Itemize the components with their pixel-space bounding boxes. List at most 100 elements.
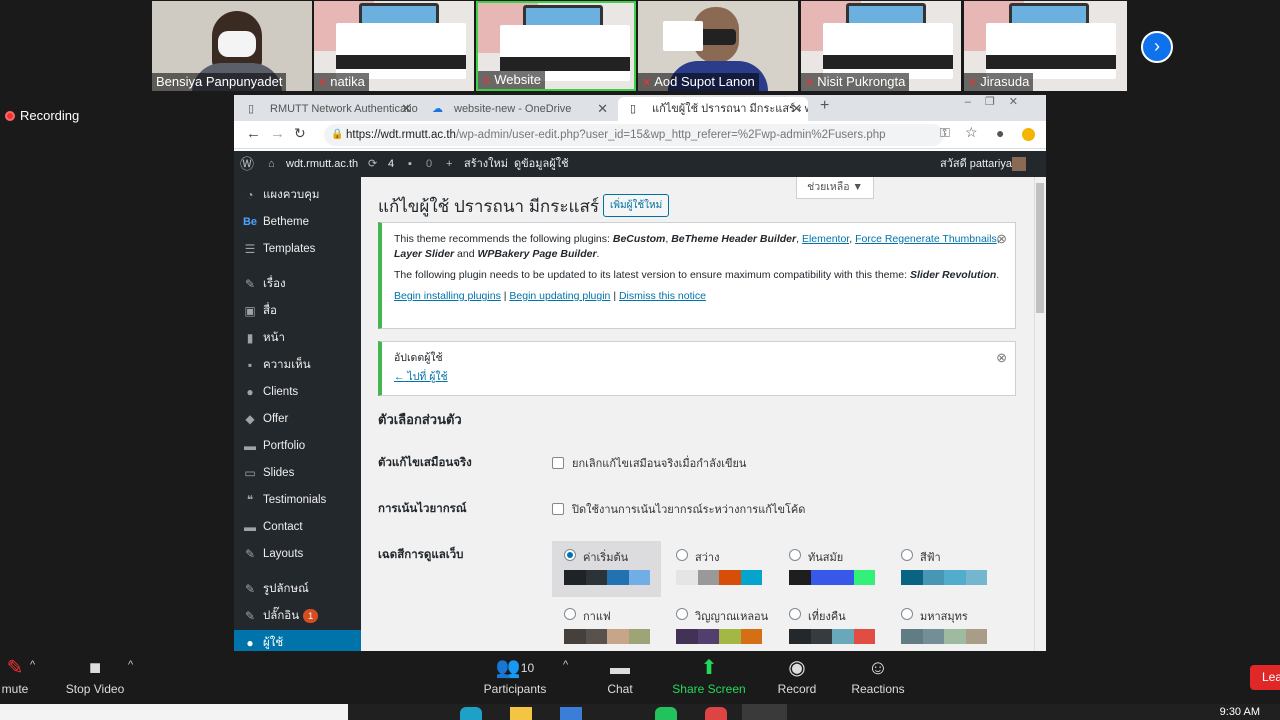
notice-update-text: The following plugin needs to be updated… [394, 269, 1000, 281]
sidebar-item-testimonials[interactable]: ❝ Testimonials [234, 487, 361, 514]
scrollbar-thumb[interactable] [1036, 183, 1044, 313]
mute-button[interactable]: ✎ mute [0, 655, 30, 697]
color-scheme-option[interactable]: ทันสมัย [777, 541, 886, 597]
record-button[interactable]: ◉ Record [774, 655, 820, 697]
help-tab-button[interactable]: ช่วยเหลือ ▼ [796, 177, 874, 199]
begin-installing-link[interactable]: Begin installing plugins [394, 290, 501, 302]
sidebar-item-contact[interactable]: ▬ Contact [234, 514, 361, 541]
color-scheme-option[interactable]: สีฟ้า [889, 541, 998, 597]
close-icon[interactable]: ✕ [401, 97, 412, 121]
color-scheme-option[interactable]: มหาสมุทร [889, 600, 998, 651]
mic-muted-icon: ✕ [968, 77, 978, 89]
line-app-icon[interactable] [655, 707, 677, 720]
store-icon[interactable] [560, 707, 582, 720]
color-scheme-option[interactable]: เที่ยงคืน [777, 600, 886, 651]
new-tab-button[interactable]: + [820, 97, 829, 115]
sidebar-item-betheme[interactable]: Be Betheme [234, 209, 361, 236]
update-icon[interactable] [1022, 128, 1035, 141]
chevron-up-icon[interactable]: ^ [128, 659, 133, 671]
url-field[interactable]: 🔒 https://wdt.rmutt.ac.th/wp-admin/user-… [324, 124, 944, 146]
color-swatch [853, 629, 875, 644]
stop-video-button[interactable]: ■ Stop Video [62, 655, 128, 697]
participant-tile[interactable]: ✕ natika [314, 1, 474, 91]
syntax-highlight-label: การเน้นไวยากรณ์ [378, 503, 467, 515]
comments-count[interactable]: 0 [426, 151, 432, 177]
participant-tile[interactable]: ✕ Aod Supot Lanon [638, 1, 798, 91]
sidebar-item-posts[interactable]: ✎ เรื่อง [234, 271, 361, 298]
color-scheme-option[interactable]: กาแฟ [552, 600, 661, 651]
share-screen-button[interactable]: ⬆ Share Screen [670, 655, 748, 697]
chevron-up-icon[interactable]: ^ [563, 659, 568, 671]
window-controls[interactable]: –❐✕ [965, 95, 1032, 108]
participants-button[interactable]: 👥10 Participants [480, 655, 550, 697]
close-icon[interactable]: ✕ [791, 97, 802, 121]
syntax-highlight-checkbox[interactable]: ปิดใช้งานการเน้นไวยากรณ์ระหว่างการแก้ไขโ… [552, 500, 805, 518]
zoom-app-icon[interactable] [742, 704, 787, 720]
scrollbar[interactable] [1034, 177, 1046, 651]
folder-icon[interactable] [510, 707, 532, 720]
taskbar-search[interactable] [0, 704, 348, 720]
back-icon[interactable]: ← [246, 125, 261, 142]
color-scheme-option[interactable]: สว่าง [664, 541, 773, 597]
mic-muted-icon: ✕ [642, 77, 652, 89]
dismiss-notice-link[interactable]: Dismiss this notice [619, 290, 706, 302]
radio-icon [564, 549, 576, 561]
site-name-link[interactable]: wdt.rmutt.ac.th [286, 151, 358, 177]
reactions-button[interactable]: ☺ Reactions [848, 655, 908, 697]
updates-count[interactable]: 4 [388, 151, 394, 177]
star-icon[interactable]: ☆ [965, 124, 978, 141]
forward-icon[interactable]: → [270, 125, 285, 142]
browser-tab-active[interactable]: ▯ แก้ไขผู้ใช้ ปรารถนา มีกระแสร์ ‹ wdt. ✕ [618, 97, 808, 121]
sidebar-item-templates[interactable]: ☰ Templates [234, 236, 361, 263]
back-to-users-link[interactable]: ← ไปที่ ผู้ใช้ [394, 371, 448, 383]
view-user-link[interactable]: ดูข้อมูลผู้ใช้ [514, 151, 569, 177]
radio-icon [676, 608, 688, 620]
sidebar-item-plugins[interactable]: ✎ ปลั๊กอิน 1 [234, 603, 361, 630]
color-scheme-option[interactable]: ค่าเริ่มต้น [552, 541, 661, 597]
color-scheme-name: กาแฟ [583, 611, 611, 623]
sidebar-item-dashboard[interactable]: ◔ แผงควบคุม [234, 182, 361, 209]
sidebar-item-offer[interactable]: ◆ Offer [234, 406, 361, 433]
participant-tile[interactable]: ✕ Website [476, 1, 636, 91]
participant-tile[interactable]: ✕ Nisit Pukrongta [801, 1, 961, 91]
leave-button[interactable]: Lea [1250, 665, 1280, 690]
close-icon[interactable]: ✕ [597, 97, 608, 121]
sidebar-item-media[interactable]: ▣ สื่อ [234, 298, 361, 325]
key-icon[interactable]: ⚿ [940, 125, 950, 141]
chevron-up-icon[interactable]: ^ [30, 659, 35, 671]
dismiss-icon[interactable]: ⊗ [996, 231, 1007, 247]
add-new-user-button[interactable]: เพิ่มผู้ใช้ใหม่ [603, 194, 670, 217]
dismiss-icon[interactable]: ⊗ [996, 350, 1007, 366]
color-scheme-option[interactable]: วิญญาณเหลอน [664, 600, 773, 651]
wordpress-icon[interactable]: Ⓦ [240, 151, 254, 177]
reload-icon[interactable]: ↻ [294, 125, 306, 142]
sidebar-item-pages[interactable]: ▮ หน้า [234, 325, 361, 352]
avatar[interactable] [1012, 157, 1026, 171]
visual-editor-checkbox[interactable]: ยกเลิกแก้ไขเสมือนจริงเมื่อกำลังเขียน [552, 454, 746, 472]
my-account-link[interactable]: สวัสดี pattariya [940, 151, 1012, 177]
participant-tile[interactable]: Bensiya Panpunyadet [152, 1, 312, 91]
elementor-link[interactable]: Elementor [802, 233, 849, 245]
profile-icon[interactable]: ● [996, 125, 1004, 141]
color-swatch [901, 570, 923, 585]
next-page-button[interactable]: › [1141, 31, 1173, 63]
chrome-icon[interactable] [705, 707, 727, 720]
color-scheme-name: เที่ยงคืน [808, 611, 846, 623]
browser-tab[interactable]: ▯ RMUTT Network Authentication ✕ [236, 97, 418, 121]
edge-icon[interactable] [460, 707, 482, 720]
sidebar-item-layouts[interactable]: ✎ Layouts [234, 541, 361, 568]
layouts-icon: ✎ [244, 547, 256, 561]
participant-tile[interactable]: ✕ Jirasuda [964, 1, 1127, 91]
color-scheme-name: ทันสมัย [808, 552, 844, 564]
force-regenerate-link[interactable]: Force Regenerate Thumbnails [855, 233, 997, 245]
chat-button[interactable]: ▬ Chat [600, 655, 640, 697]
sidebar-item-users[interactable]: ● ผู้ใช้ [234, 630, 361, 651]
sidebar-item-portfolio[interactable]: ▬ Portfolio [234, 433, 361, 460]
sidebar-item-comments[interactable]: ▪ ความเห็น [234, 352, 361, 379]
browser-tab[interactable]: ☁ website-new - OneDrive ✕ [420, 97, 614, 121]
sidebar-item-clients[interactable]: ● Clients [234, 379, 361, 406]
new-content-link[interactable]: สร้างใหม่ [464, 151, 508, 177]
sidebar-item-appearance[interactable]: ✎ รูปลักษณ์ [234, 576, 361, 603]
sidebar-item-slides[interactable]: ▭ Slides [234, 460, 361, 487]
begin-updating-link[interactable]: Begin updating plugin [509, 290, 610, 302]
